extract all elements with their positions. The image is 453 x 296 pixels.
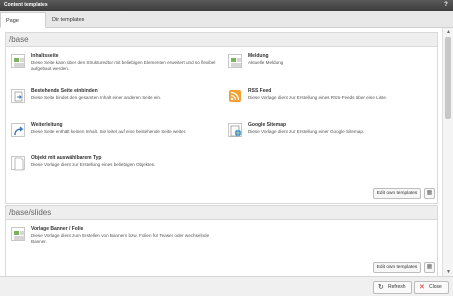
document-icon [11, 54, 25, 68]
refresh-icon: ↻ [378, 284, 384, 291]
template-item[interactable]: Bestehende Seite einbinden Diese Seite b… [11, 88, 221, 112]
edit-own-templates-button[interactable]: Edit own templates [373, 188, 421, 199]
template-item[interactable]: Google Sitemap Diese Vorlage dient zur E… [228, 122, 438, 146]
template-description: Diese Vorlage dient zur Erstellung eines… [248, 95, 388, 100]
section-base: /base Inhaltsseite Diese Seite kann über… [5, 32, 438, 204]
tab-dir-templates[interactable]: Dir templates [47, 12, 93, 28]
tab-bar: Page templates Dir templates [0, 11, 453, 40]
scroll-up-icon[interactable]: ▲ [445, 29, 452, 35]
template-name: Weiterleitung [31, 122, 63, 128]
vertical-scrollbar[interactable]: ▲ ▼ [442, 28, 453, 276]
template-item[interactable]: RSS Feed Diese Vorlage dient zur Erstell… [228, 88, 438, 112]
template-description: Diese Seite enthält keinen Inhalt. Sie l… [31, 129, 187, 134]
template-description: Diese Vorlage dient zur Erstellung einer… [248, 129, 365, 134]
template-description: Aktuelle Meldung [248, 60, 284, 65]
close-label: Close [429, 284, 442, 290]
template-description: Diese Seite bindet den gesamten Inhalt e… [31, 95, 162, 100]
template-name: RSS Feed [248, 88, 272, 94]
refresh-button[interactable]: ↻ Refresh [373, 281, 412, 294]
redirect-arrow-icon [11, 123, 25, 137]
edit-own-templates-button[interactable]: Edit own templates [373, 262, 421, 273]
document-icon [228, 54, 242, 68]
tab-page-templates[interactable]: Page templates [0, 12, 46, 40]
blank-page-icon [11, 156, 25, 171]
scroll-thumb[interactable] [445, 37, 451, 119]
grid-view-icon[interactable]: ▦ [424, 188, 435, 199]
section-base-slides: /base/slides Vorlage Banner / Folie Dies… [5, 205, 438, 276]
template-name: Meldung [248, 53, 269, 59]
template-name: Inhaltsseite [31, 53, 59, 59]
rss-icon [228, 89, 242, 103]
template-item[interactable]: Meldung Aktuelle Meldung [228, 53, 438, 77]
template-name: Objekt mit auswählbarem Typ [31, 155, 102, 161]
template-description: Diese Vorlage dient zum Erstellen von Ba… [31, 233, 210, 244]
document-icon [11, 227, 25, 241]
template-item[interactable]: Objekt mit auswählbarem Typ Diese Vorlag… [11, 155, 221, 179]
help-button[interactable]: ? [442, 1, 450, 9]
template-name: Vorlage Banner / Folie [31, 226, 84, 232]
templates-content: /base Inhaltsseite Diese Seite kann über… [0, 28, 442, 276]
section-header: /base [6, 33, 437, 47]
template-description: Diese Vorlage dient zur Erstellung eines… [31, 162, 156, 167]
window-titlebar: Content templates ? [0, 0, 453, 11]
template-description: Diese Seite kann über den Strukturedtor … [31, 60, 216, 71]
dialog-footer: ↻ Refresh ✕ Close [0, 276, 453, 296]
template-name: Google Sitemap [248, 122, 287, 128]
template-item[interactable]: Vorlage Banner / Folie Diese Vorlage die… [11, 226, 221, 256]
template-item[interactable]: Weiterleitung Diese Seite enthält keinen… [11, 122, 221, 146]
scroll-down-icon[interactable]: ▼ [445, 269, 452, 275]
refresh-label: Refresh [388, 284, 406, 290]
grid-view-icon[interactable]: ▦ [424, 262, 435, 273]
section-header: /base/slides [6, 206, 437, 220]
window-title: Content templates [4, 2, 48, 8]
template-name: Bestehende Seite einbinden [31, 88, 98, 94]
template-item[interactable]: Inhaltsseite Diese Seite kann über den S… [11, 53, 221, 77]
sitemap-globe-icon [228, 123, 242, 137]
close-button[interactable]: ✕ Close [414, 281, 449, 294]
include-page-icon [11, 89, 25, 103]
close-icon: ✕ [419, 284, 425, 291]
